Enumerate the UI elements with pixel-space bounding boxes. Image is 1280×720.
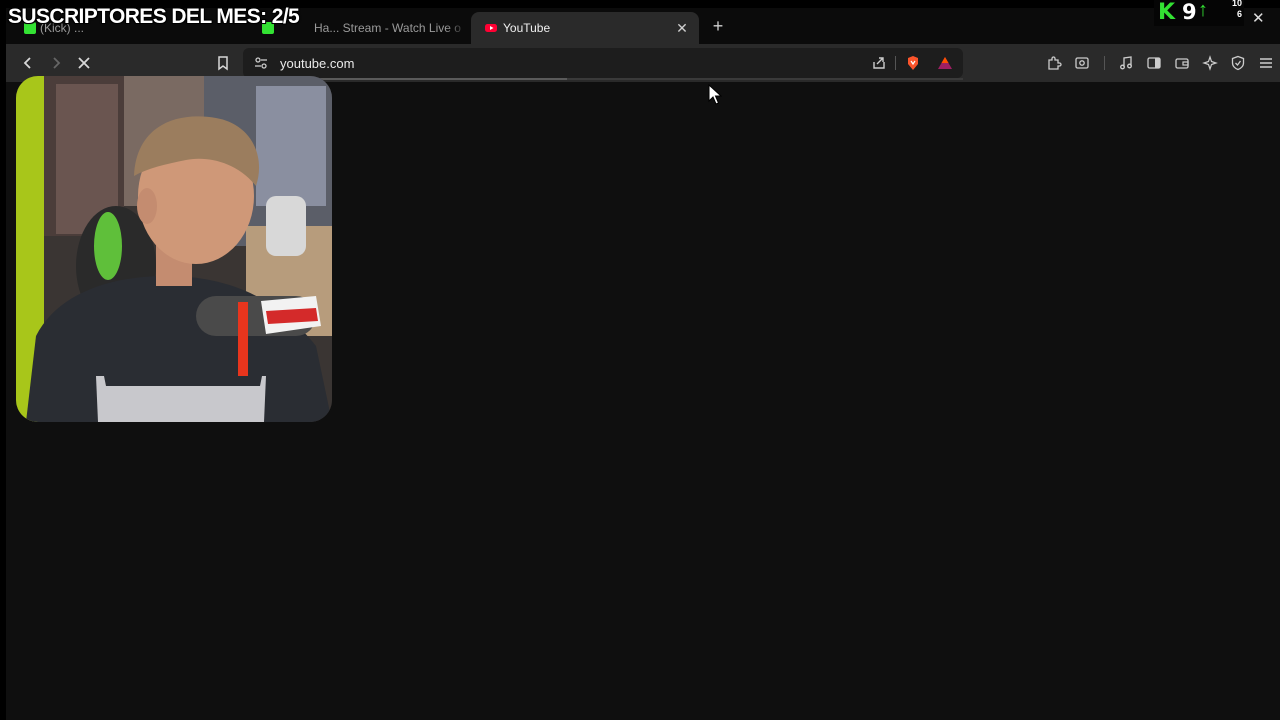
screenshot-button[interactable] (1072, 53, 1092, 73)
music-note-icon (1120, 56, 1132, 70)
tab-title: YouTube (503, 21, 551, 35)
close-icon (78, 57, 90, 69)
forward-button[interactable] (46, 53, 66, 73)
tab-youtube[interactable]: YouTube ✕ (471, 12, 699, 44)
extensions-button[interactable] (1044, 53, 1064, 73)
site-settings-icon (255, 57, 267, 69)
puzzle-icon (1048, 56, 1062, 70)
url-text: youtube.com (280, 56, 355, 71)
share-button[interactable] (869, 53, 889, 73)
chevron-left-icon (23, 57, 31, 69)
wallet-icon (1175, 58, 1189, 69)
camera-frame-icon (1075, 57, 1089, 69)
sidebar-button[interactable] (1144, 53, 1164, 73)
brave-lion-icon (908, 56, 918, 70)
new-tab-button[interactable]: + (708, 16, 728, 36)
arrow-up-icon: ↑ (1198, 0, 1208, 21)
brave-rewards-button[interactable] (935, 53, 955, 73)
bat-triangle-icon (938, 57, 952, 69)
brave-shields-button[interactable] (903, 53, 923, 73)
back-button[interactable] (18, 53, 38, 73)
mini-stat-bottom: 6 (1236, 9, 1242, 19)
media-button[interactable] (1116, 53, 1136, 73)
mouse-cursor-icon (708, 84, 722, 105)
stop-loading-button[interactable] (74, 53, 94, 73)
tab-title: Ha... Stream - Watch Live o (314, 21, 461, 35)
subscriber-goal-overlay: SUSCRIPTORES DEL MES: 2/5 (8, 5, 300, 28)
chevron-right-icon (53, 57, 61, 69)
bookmark-button[interactable] (213, 53, 233, 73)
bookmark-icon (218, 56, 228, 71)
menu-button[interactable] (1256, 53, 1276, 73)
sparkle-icon (1202, 55, 1218, 71)
kick-logo-icon: K (1158, 0, 1176, 25)
hamburger-icon (1260, 58, 1272, 68)
loading-progress-bar (243, 78, 963, 80)
mini-stat-top: 10 (1231, 0, 1242, 8)
browser-window: (Kick) ... Ha... Stream - Watch Live o Y… (6, 8, 1280, 720)
youtube-icon (485, 24, 497, 32)
site-info-button[interactable] (251, 53, 271, 73)
mini-stats: 10 6 (1220, 0, 1242, 20)
share-icon (873, 57, 885, 69)
shield-icon (1231, 55, 1245, 71)
window-close-icon[interactable]: ✕ (1252, 9, 1265, 27)
leo-ai-button[interactable] (1200, 53, 1220, 73)
close-tab-icon[interactable]: ✕ (673, 19, 691, 37)
vpn-button[interactable] (1228, 53, 1248, 73)
webcam-overlay (16, 76, 332, 422)
sidebar-icon (1147, 57, 1161, 69)
viewer-count: 9 (1182, 0, 1197, 24)
address-bar[interactable]: youtube.com (243, 48, 963, 78)
streamer-camera-image (16, 76, 332, 422)
wallet-button[interactable] (1172, 53, 1192, 73)
stream-stats-widget: K 9 ↑ 10 6 (1154, 0, 1244, 26)
